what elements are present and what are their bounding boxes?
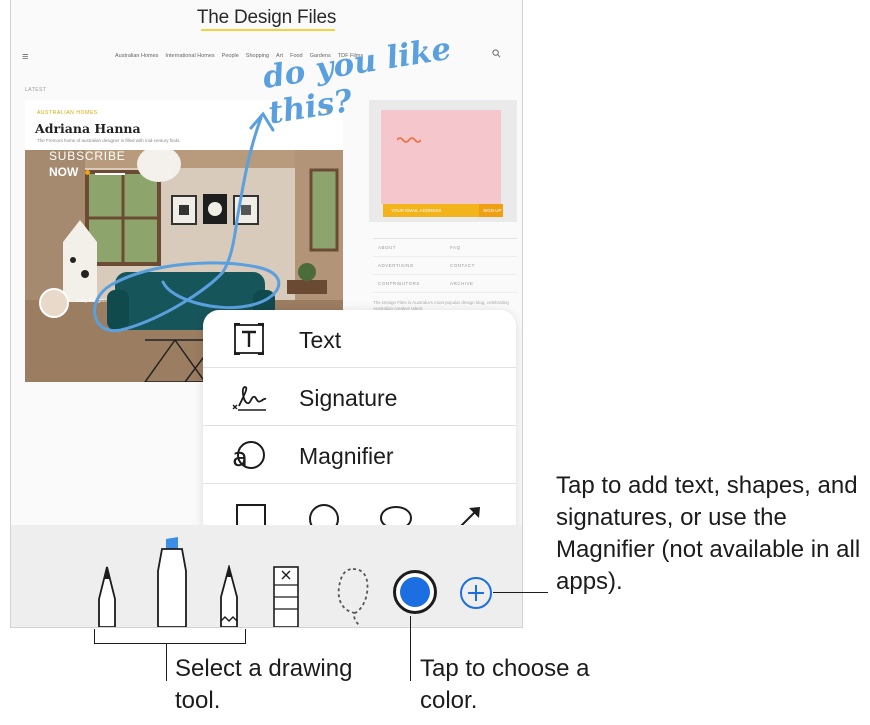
ad-line xyxy=(95,173,125,175)
text-box-icon xyxy=(234,323,264,355)
menu-item-text[interactable]: Text xyxy=(203,310,516,368)
callout-add-text: Tap to add text, shapes, and signatures,… xyxy=(556,472,861,595)
ipad-screen: The Design Files ≡ Australian Homes Inter… xyxy=(10,0,523,628)
markup-tool-menu: Text Signature a Magnifier xyxy=(203,310,516,553)
marker-icon[interactable] xyxy=(154,535,190,627)
author-avatar[interactable] xyxy=(39,288,69,318)
color-picker-button[interactable] xyxy=(393,570,437,614)
menu-item-signature[interactable]: Signature xyxy=(203,368,516,426)
email-placeholder: YOUR EMAIL ADDRESS xyxy=(391,208,442,213)
menu-item-magnifier[interactable]: a Magnifier xyxy=(203,426,516,484)
lasso-icon[interactable] xyxy=(333,565,373,627)
callout-line-color xyxy=(410,616,411,681)
callout-line-add xyxy=(493,592,548,593)
callout-color-text: Tap to choose a color. xyxy=(420,655,590,714)
side-links: ABOUT FAQ ADVERTISING CONTACT CONTRIBUTORS AR… xyxy=(373,238,517,293)
callout-bracket-right xyxy=(245,629,246,643)
svg-text:a: a xyxy=(232,443,248,473)
nav-item[interactable]: People xyxy=(222,53,239,59)
add-plus-icon[interactable] xyxy=(458,575,494,611)
now-dot xyxy=(85,170,90,175)
signup-label: SIGN UP xyxy=(483,208,502,213)
side-link[interactable]: ADVERTISING xyxy=(373,257,445,275)
nav-item[interactable]: International Homes xyxy=(165,53,214,59)
article-subtitle: The Fremont home of australian designer … xyxy=(37,138,181,143)
menu-item-signature-label: Signature xyxy=(299,385,398,411)
subscribe-ad[interactable]: YOUR EMAIL ADDRESS SIGN UP xyxy=(369,100,517,222)
article-category: AUSTRALIAN HOMES xyxy=(37,110,98,116)
side-link[interactable]: ARCHIVE xyxy=(445,275,517,293)
squiggle-decoration xyxy=(397,137,421,143)
signup-button[interactable]: SIGN UP xyxy=(479,204,503,217)
pen-icon[interactable] xyxy=(93,565,121,627)
subscribe-text: SUBSCRIBE xyxy=(49,149,126,163)
callout-tools-text: Select a drawing tool. xyxy=(175,655,353,714)
menu-item-text-label: Text xyxy=(299,327,342,353)
callout-bracket-bottom xyxy=(94,643,246,644)
title-underline xyxy=(201,29,335,31)
magnifier-icon: a xyxy=(232,441,265,473)
markup-toolbar xyxy=(11,525,522,627)
menu-item-magnifier-label: Magnifier xyxy=(299,443,394,469)
subscribe-panel xyxy=(381,110,501,204)
side-link[interactable]: CONTACT xyxy=(445,257,517,275)
eraser-icon[interactable] xyxy=(271,565,301,627)
now-text: NOW xyxy=(49,165,79,179)
nav-item[interactable]: Shopping xyxy=(246,53,269,59)
callout-bracket-left xyxy=(94,629,95,643)
nav-item[interactable]: Australian Homes xyxy=(115,53,158,59)
article-title[interactable]: Adriana Hanna xyxy=(35,121,141,136)
pencil-icon[interactable] xyxy=(215,565,243,627)
side-link[interactable]: ABOUT xyxy=(373,239,445,257)
selected-color-swatch xyxy=(400,577,430,607)
email-field[interactable]: YOUR EMAIL ADDRESS xyxy=(383,204,479,217)
site-title[interactable]: The Design Files xyxy=(11,7,522,29)
side-link[interactable]: CONTRIBUTORS xyxy=(373,275,445,293)
author-name: Lucy Feagins xyxy=(77,298,107,304)
signature-icon xyxy=(232,386,267,411)
side-link[interactable]: FAQ xyxy=(445,239,517,257)
menu-icon[interactable]: ≡ xyxy=(22,51,28,63)
callout-line-tools xyxy=(166,643,167,681)
latest-label: LATEST xyxy=(25,87,47,93)
